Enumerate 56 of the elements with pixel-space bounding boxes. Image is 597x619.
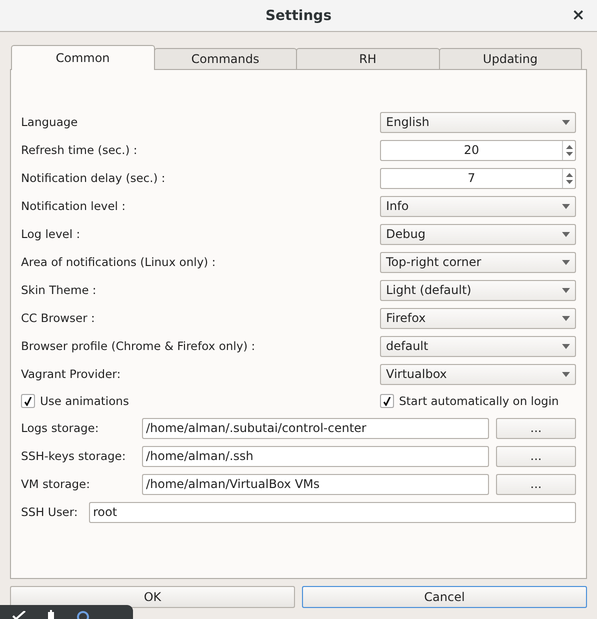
- caret-icon: [562, 344, 570, 348]
- dropdown[interactable]: Firefox: [380, 308, 576, 328]
- spin-arrows-icon[interactable]: [566, 172, 572, 184]
- caret-icon: [562, 288, 570, 292]
- setting-label: Refresh time (sec.) :: [21, 143, 138, 157]
- checkbox-label: Use animations: [40, 394, 129, 408]
- caret-icon: [562, 204, 570, 208]
- setting-label: Notification level :: [21, 199, 126, 213]
- path-label: SSH-keys storage:: [21, 449, 127, 463]
- close-button[interactable]: ×: [570, 6, 587, 24]
- dropdown[interactable]: Info: [380, 196, 576, 216]
- spin-box[interactable]: 7: [380, 168, 576, 188]
- tab[interactable]: Common: [11, 45, 154, 70]
- checkbox[interactable]: [21, 394, 35, 408]
- tab[interactable]: Updating: [438, 48, 582, 70]
- caret-icon: [562, 120, 570, 124]
- path-label: VM storage:: [21, 477, 92, 491]
- ssh-user-field[interactable]: root: [89, 502, 576, 522]
- check-icon[interactable]: [12, 611, 26, 619]
- tab[interactable]: Commands: [154, 48, 297, 70]
- dialog-button[interactable]: OK: [10, 586, 295, 608]
- setting-label: Skin Theme :: [21, 283, 96, 297]
- path-label: Logs storage:: [21, 421, 100, 435]
- spin-arrows-icon[interactable]: [566, 144, 572, 156]
- caret-icon: [562, 260, 570, 264]
- path-field[interactable]: /home/alman/.ssh: [142, 446, 489, 466]
- check-icon: [24, 396, 32, 406]
- dropdown[interactable]: English: [380, 112, 576, 132]
- path-field[interactable]: /home/alman/VirtualBox VMs: [142, 474, 489, 494]
- tab[interactable]: RH: [296, 48, 440, 70]
- dropdown[interactable]: Top-right corner: [380, 252, 576, 272]
- path-field[interactable]: /home/alman/.subutai/control-center: [142, 418, 489, 438]
- dropdown[interactable]: Light (default): [380, 280, 576, 300]
- dropdown[interactable]: Virtualbox: [380, 364, 576, 384]
- setting-label: Log level :: [21, 227, 80, 241]
- checkbox-label: Start automatically on login: [399, 394, 559, 408]
- checkbox[interactable]: [380, 394, 394, 408]
- setting-label: Language: [21, 115, 78, 129]
- dropdown[interactable]: Debug: [380, 224, 576, 244]
- window-title: Settings: [265, 8, 332, 24]
- caret-icon: [562, 232, 570, 236]
- setting-label: Area of notifications (Linux only) :: [21, 255, 216, 269]
- dropdown[interactable]: default: [380, 336, 576, 356]
- browse-button[interactable]: ...: [496, 446, 576, 466]
- spin-box[interactable]: 20: [380, 140, 576, 160]
- browse-button[interactable]: ...: [496, 474, 576, 494]
- setting-label: CC Browser :: [21, 311, 95, 325]
- setting-label: Browser profile (Chrome & Firefox only) :: [21, 339, 256, 353]
- ssh-user-label: SSH User:: [21, 505, 79, 519]
- check-icon: [383, 396, 391, 406]
- caret-icon: [562, 316, 570, 320]
- browse-button[interactable]: ...: [496, 418, 576, 438]
- dialog-button[interactable]: Cancel: [302, 586, 587, 608]
- setting-label: Vagrant Provider:: [21, 367, 121, 381]
- setting-label: Notification delay (sec.) :: [21, 171, 166, 185]
- caret-icon: [562, 372, 570, 376]
